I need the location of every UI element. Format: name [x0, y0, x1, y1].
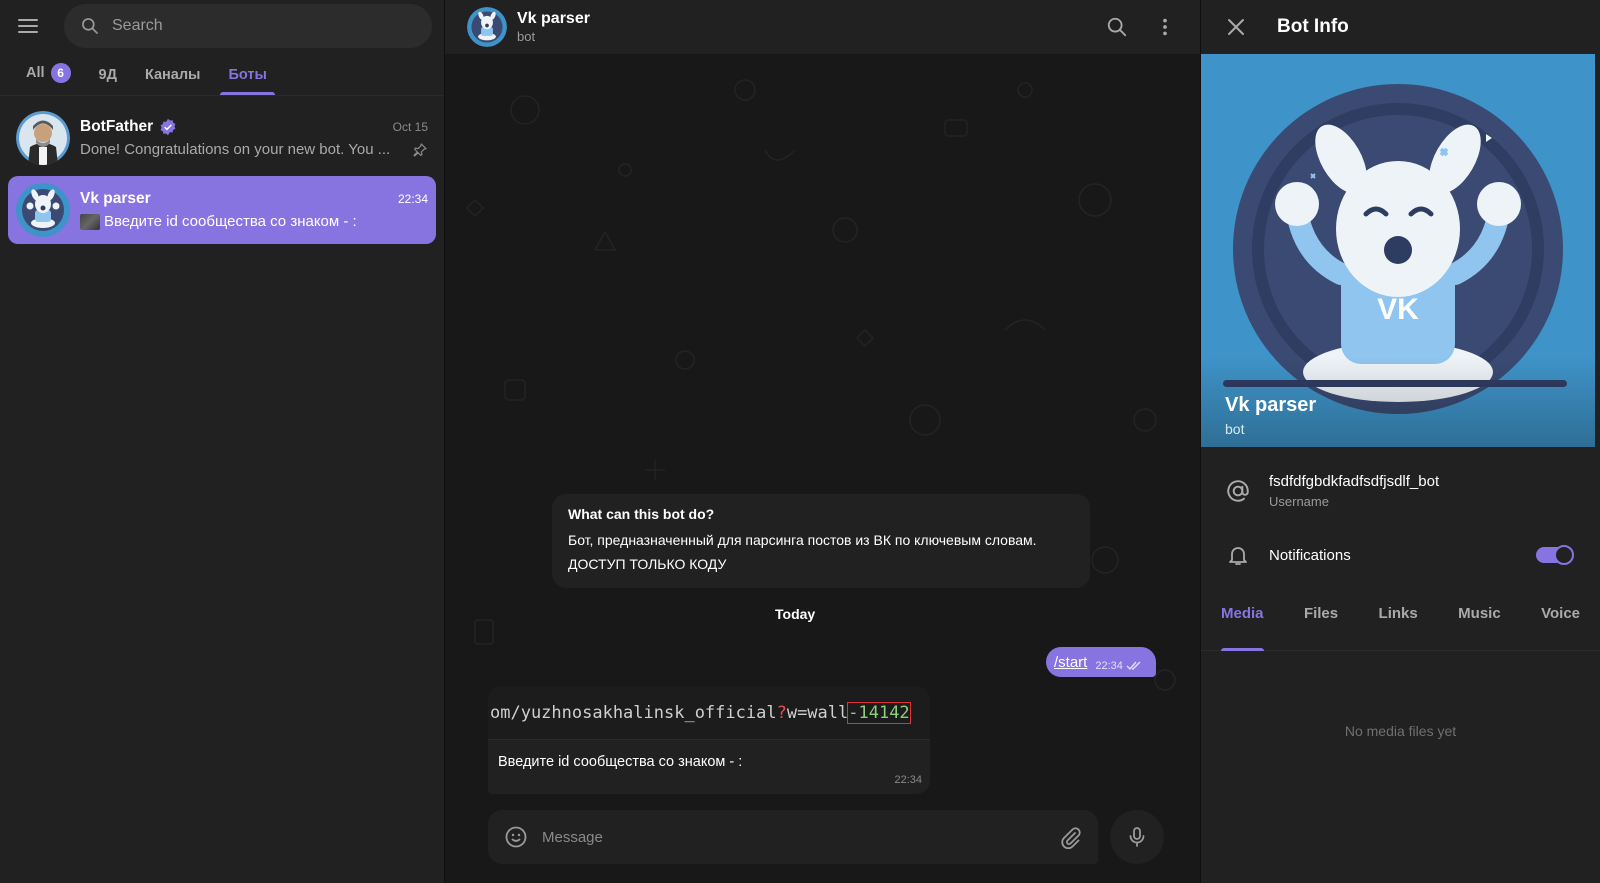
- bot-profile-photo[interactable]: VK Vk parser bot: [1201, 54, 1595, 447]
- command-link[interactable]: /start: [1054, 654, 1087, 671]
- message-input[interactable]: [542, 828, 1058, 846]
- chat-subtitle: bot: [517, 29, 536, 44]
- date-separator: Today: [775, 606, 816, 622]
- bot-subtitle: bot: [1225, 421, 1245, 437]
- pin-icon: [413, 142, 427, 157]
- folder-tabs: All 6 9Д Каналы Боты: [0, 52, 444, 96]
- bot-info-header: Bot Info: [1201, 0, 1600, 54]
- image-text-highlight: -14142: [847, 701, 911, 724]
- chat-header: Vk parser bot: [445, 0, 1200, 54]
- chat-header-info[interactable]: Vk parser bot: [517, 10, 590, 44]
- username-label: Username: [1269, 494, 1329, 509]
- notifications-label: Notifications: [1269, 546, 1351, 564]
- chat-name: BotFather: [80, 118, 154, 135]
- folder-tab-channels[interactable]: Каналы: [131, 67, 215, 95]
- attachment-icon[interactable]: [1058, 825, 1082, 849]
- chat-name: Vk parser: [80, 190, 151, 207]
- chat-item-vk-parser[interactable]: Vk parser 22:34 Введите id сообщества со…: [8, 176, 436, 244]
- bot-intro-card: What can this bot do? Бот, предназначенн…: [552, 494, 1090, 588]
- emoji-icon[interactable]: [504, 825, 528, 849]
- message-image[interactable]: om/yuzhnosakhalinsk_official? w=wall -1414…: [488, 686, 930, 740]
- tab-links[interactable]: Links: [1379, 599, 1418, 645]
- vk-parser-avatar: [16, 183, 70, 237]
- message-composer: [488, 810, 1098, 864]
- more-options-button[interactable]: [1152, 14, 1178, 40]
- message-time: 22:34: [1095, 660, 1123, 672]
- chat-preview: Введите id сообщества со знаком - :: [104, 213, 357, 230]
- folder-tab-label: 9Д: [98, 67, 117, 83]
- chat-search-button[interactable]: [1104, 14, 1130, 40]
- folder-tab-9d[interactable]: 9Д: [85, 67, 131, 95]
- chat-title: Vk parser: [517, 10, 590, 27]
- empty-media-text: No media files yet: [1344, 723, 1457, 739]
- folder-tab-label: All: [26, 65, 45, 81]
- chat-time: 22:34: [397, 192, 428, 206]
- image-text: om/yuzhnosakhalinsk_official: [490, 702, 777, 723]
- tab-files[interactable]: Files: [1304, 599, 1338, 645]
- image-thumbnail: [80, 213, 100, 230]
- chat-item-botfather[interactable]: BotFather Oct 15 Done! Congratulations o…: [8, 104, 436, 172]
- svg-text:VK: VK: [1377, 293, 1419, 326]
- tab-music[interactable]: Music: [1458, 599, 1501, 645]
- hamburger-menu-icon[interactable]: [18, 12, 46, 40]
- bot-intro-description: Бот, предназначенный для парсинга постов…: [568, 532, 1037, 548]
- image-text: w=wall: [786, 702, 849, 723]
- double-check-icon: [1126, 661, 1141, 671]
- message-time: 22:34: [894, 774, 922, 786]
- chat-header-avatar[interactable]: [467, 7, 507, 47]
- outgoing-message[interactable]: /start 22:34: [1046, 647, 1156, 677]
- username-row[interactable]: fsdfdfgbdkfadfsdfjsdlf_bot Username: [1201, 459, 1600, 523]
- search-icon: [82, 18, 98, 34]
- chat-list-sidebar: All 6 9Д Каналы Боты: [0, 0, 445, 883]
- voice-record-button[interactable]: [1110, 810, 1164, 864]
- search-box[interactable]: [64, 4, 432, 48]
- folder-tab-bots[interactable]: Боты: [214, 67, 280, 95]
- folder-tab-all[interactable]: All 6: [12, 63, 85, 95]
- tab-voice[interactable]: Voice: [1541, 599, 1580, 645]
- unread-badge: 6: [50, 63, 71, 83]
- close-panel-button[interactable]: [1223, 14, 1249, 40]
- image-text: ?: [776, 702, 787, 723]
- notifications-row[interactable]: Notifications: [1201, 523, 1600, 587]
- chat-window: Vk parser bot What can this bot do? Бот,…: [445, 0, 1200, 883]
- folder-tab-label: Каналы: [144, 67, 201, 83]
- sidebar-topbar: [0, 0, 444, 52]
- search-input[interactable]: [112, 17, 412, 35]
- bot-info-panel: Bot Info VK Vk parser bot fsdfdfgbdkfadf…: [1200, 0, 1600, 883]
- bot-name: Vk parser: [1225, 394, 1317, 416]
- bot-intro-title: What can this bot do?: [568, 506, 715, 522]
- message-text: Введите id сообщества со знаком - :: [498, 754, 743, 770]
- chat-time: Oct 15: [392, 120, 428, 134]
- username-value: fsdfdfgbdkfadfsdfjsdlf_bot: [1269, 473, 1440, 490]
- search-icon: [1107, 17, 1127, 37]
- chat-list: BotFather Oct 15 Done! Congratulations o…: [0, 96, 444, 256]
- panel-title: Bot Info: [1277, 16, 1349, 37]
- verified-icon: [160, 118, 176, 136]
- incoming-message[interactable]: om/yuzhnosakhalinsk_official? w=wall -1414…: [488, 686, 930, 794]
- at-sign-icon: [1227, 480, 1249, 502]
- shared-media-tabs: Media Files Links Music Voice: [1201, 599, 1600, 651]
- more-vertical-icon: [1163, 18, 1167, 36]
- tab-media[interactable]: Media: [1221, 599, 1264, 651]
- close-icon: [1228, 19, 1244, 35]
- folder-tab-label: Боты: [228, 67, 267, 83]
- chat-preview: Done! Congratulations on your new bot. Y…: [80, 141, 391, 158]
- bell-icon: [1229, 547, 1247, 565]
- notifications-toggle[interactable]: [1536, 545, 1574, 565]
- botfather-avatar: [16, 111, 70, 165]
- bot-intro-note: ДОСТУП ТОЛЬКО КОДУ: [568, 556, 727, 572]
- microphone-icon: [1129, 827, 1145, 847]
